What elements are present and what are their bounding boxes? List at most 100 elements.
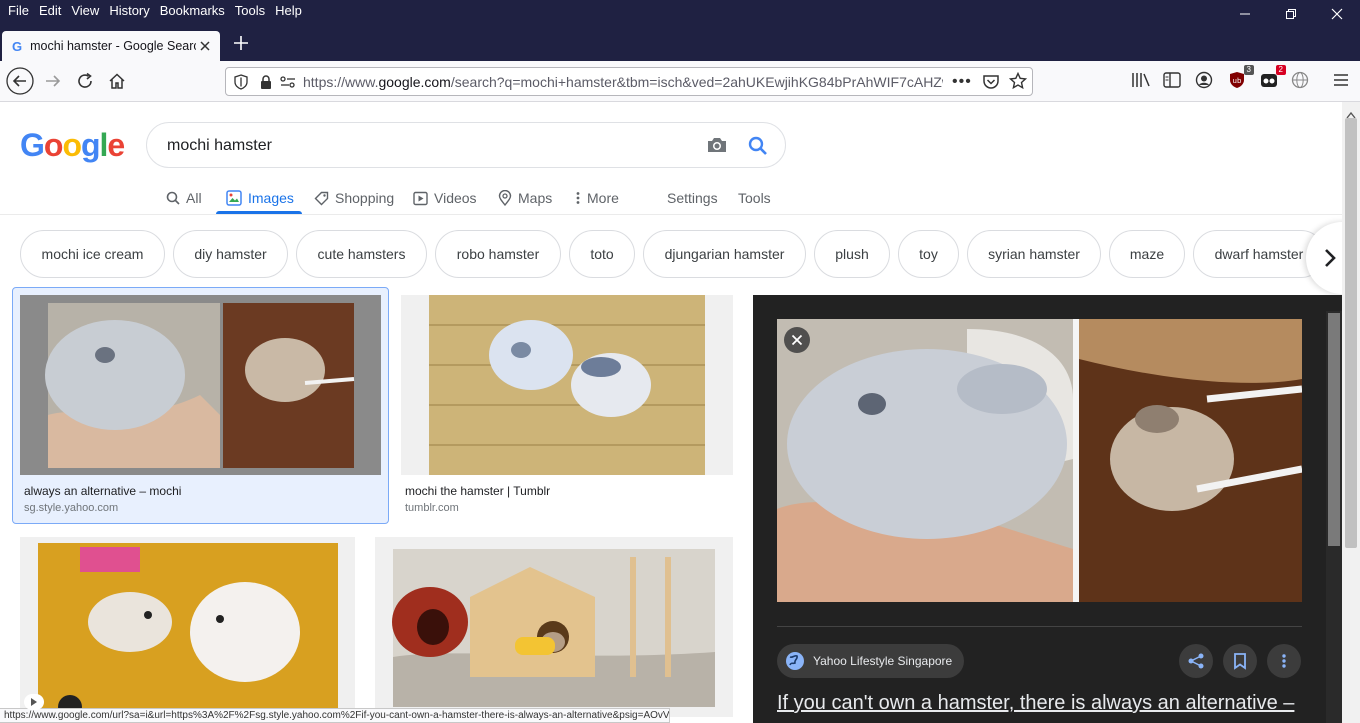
tab-all[interactable]: All (166, 183, 202, 213)
back-arrow-icon (6, 67, 34, 95)
pin-icon (498, 190, 512, 206)
result-thumbnail[interactable] (20, 295, 381, 475)
play-icon (413, 191, 428, 205)
bookmark-star-icon[interactable] (1008, 71, 1028, 95)
result-title[interactable]: mochi the hamster | Tumblr (405, 484, 550, 498)
tab-images[interactable]: Images (226, 183, 294, 213)
permissions-icon[interactable] (279, 74, 297, 95)
result-thumbnail[interactable] (375, 537, 733, 717)
dots-vertical-icon (1282, 654, 1286, 668)
plus-icon (234, 36, 248, 50)
menu-history[interactable]: History (104, 1, 154, 21)
menu-tools[interactable]: Tools (230, 1, 270, 21)
google-logo[interactable]: Google (20, 127, 125, 164)
home-button[interactable] (101, 65, 133, 97)
tab-maps[interactable]: Maps (498, 183, 552, 213)
google-favicon-icon: G (12, 38, 23, 54)
share-button[interactable] (1179, 644, 1213, 678)
tab-close-button[interactable] (200, 38, 210, 54)
url-text[interactable]: https://www.google.com/search?q=mochi+ha… (303, 74, 943, 90)
preview-image[interactable] (777, 319, 1303, 602)
url-path: /search?q=mochi+hamster&tbm=isch&ved=2ah… (450, 74, 943, 90)
pocket-icon[interactable] (982, 73, 1000, 96)
chip-toy[interactable]: toy (898, 230, 959, 278)
tab-more[interactable]: More (575, 183, 619, 213)
minimize-button[interactable] (1222, 0, 1268, 28)
preview-title-link[interactable]: If you can't own a hamster, there is alw… (777, 692, 1317, 715)
hamster-toys-image (38, 543, 338, 717)
preview-divider (777, 626, 1302, 627)
menu-bar: File Edit View History Bookmarks Tools H… (0, 0, 307, 22)
chip-toto[interactable]: toto (569, 230, 635, 278)
mochi-hamster-image (45, 303, 355, 468)
menu-bookmarks[interactable]: Bookmarks (155, 1, 230, 21)
lock-icon[interactable] (259, 74, 273, 95)
chip-djungarian-hamster[interactable]: djungarian hamster (643, 230, 806, 278)
search-icon[interactable] (747, 135, 769, 162)
tag-icon (314, 191, 329, 205)
more-options-button[interactable] (1267, 644, 1301, 678)
menu-file[interactable]: File (3, 1, 34, 21)
tools-label: Tools (738, 190, 771, 206)
chip-syrian-hamster[interactable]: syrian hamster (967, 230, 1101, 278)
result-thumbnail[interactable] (401, 295, 733, 475)
ublock-icon[interactable]: ub 3 (1226, 65, 1254, 91)
save-button[interactable] (1223, 644, 1257, 678)
image-result[interactable]: mochi the hamster | Tumblr tumblr.com (401, 295, 733, 525)
camera-icon[interactable] (706, 135, 728, 160)
status-bar: https://www.google.com/url?sa=i&url=http… (0, 708, 670, 723)
preview-source-link[interactable]: Yahoo Lifestyle Singapore (777, 644, 965, 678)
chip-mochi-ice-cream[interactable]: mochi ice cream (20, 230, 165, 278)
search-input[interactable] (167, 137, 667, 155)
chip-cute-hamsters[interactable]: cute hamsters (296, 230, 427, 278)
hamburger-menu-icon[interactable] (1330, 69, 1352, 91)
tab-shopping-label: Shopping (335, 190, 395, 206)
settings-link[interactable]: Settings (667, 183, 718, 213)
page-actions-icon[interactable]: ••• (952, 73, 972, 91)
library-icon[interactable] (1130, 69, 1152, 91)
result-title[interactable]: always an alternative – mochi (24, 484, 181, 498)
back-button[interactable] (4, 65, 36, 97)
account-icon[interactable] (1193, 69, 1215, 91)
image-result[interactable] (20, 537, 355, 717)
menu-view[interactable]: View (66, 1, 104, 21)
new-tab-button[interactable] (230, 33, 252, 55)
menu-help[interactable]: Help (270, 1, 307, 21)
settings-label: Settings (667, 190, 718, 206)
tab-more-label: More (587, 190, 619, 206)
image-result[interactable] (375, 537, 733, 717)
url-domain: google.com (378, 74, 451, 90)
result-thumbnail[interactable] (20, 537, 355, 717)
chip-plush[interactable]: plush (814, 230, 890, 278)
extension-icon[interactable]: 2 (1258, 65, 1286, 91)
chip-robo-hamster[interactable]: robo hamster (435, 230, 561, 278)
preview-close-button[interactable] (784, 327, 810, 353)
mochi-hamster-large-image (777, 319, 1303, 602)
preview-scrollbar-thumb[interactable] (1328, 313, 1340, 546)
share-icon (1188, 653, 1204, 669)
tab-videos[interactable]: Videos (413, 183, 477, 213)
image-result[interactable]: always an alternative – mochi sg.style.y… (12, 287, 389, 524)
extension-badge: 2 (1275, 65, 1286, 75)
tab-shopping[interactable]: Shopping (314, 183, 394, 213)
sidebar-icon[interactable] (1161, 69, 1183, 91)
reload-button[interactable] (69, 65, 101, 97)
close-window-button[interactable] (1314, 0, 1360, 28)
scroll-left-button[interactable] (24, 694, 44, 710)
chip-diy-hamster[interactable]: diy hamster (173, 230, 288, 278)
restore-button[interactable] (1268, 0, 1314, 28)
dots-vertical-icon (576, 192, 580, 204)
ublock-badge: 3 (1243, 65, 1254, 75)
url-bar[interactable]: https://www.google.com/search?q=mochi+ha… (225, 67, 1033, 96)
globe-icon[interactable] (1289, 69, 1311, 91)
bookmark-icon (1234, 653, 1246, 670)
preview-source-name: Yahoo Lifestyle Singapore (813, 654, 953, 668)
page-scrollbar-thumb[interactable] (1345, 118, 1357, 548)
chip-maze[interactable]: maze (1109, 230, 1185, 278)
menu-edit[interactable]: Edit (34, 1, 66, 21)
tools-link[interactable]: Tools (738, 183, 771, 213)
shield-icon[interactable] (233, 74, 249, 95)
browser-tab[interactable]: G mochi hamster - Google Search (2, 31, 220, 61)
tab-images-label: Images (248, 190, 294, 206)
forward-button[interactable] (37, 65, 69, 97)
